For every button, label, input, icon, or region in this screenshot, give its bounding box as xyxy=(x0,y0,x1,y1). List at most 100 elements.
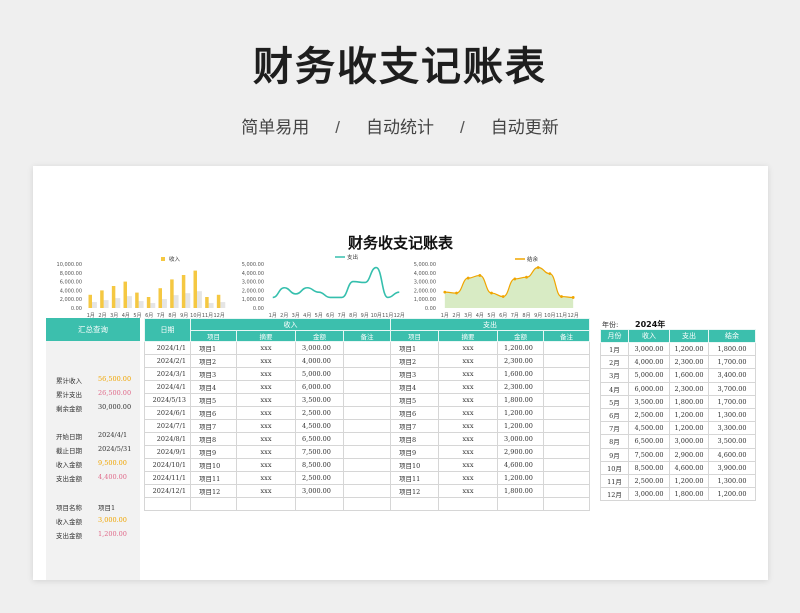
table-cell[interactable] xyxy=(343,393,391,407)
table-cell[interactable]: 1,800.00 xyxy=(497,484,544,498)
table-cell[interactable]: 2024/5/13 xyxy=(144,393,191,407)
summary-value[interactable]: 4,400.00 xyxy=(98,473,127,481)
table-cell[interactable] xyxy=(543,432,590,446)
table-cell[interactable]: 2,300.00 xyxy=(497,380,544,394)
summary-value[interactable]: 3,000.00 xyxy=(98,516,127,524)
table-cell[interactable]: xxx xyxy=(438,445,498,459)
table-cell[interactable] xyxy=(343,497,391,511)
table-cell[interactable] xyxy=(543,419,590,433)
table-cell[interactable]: 项目4 xyxy=(190,380,237,394)
table-cell[interactable] xyxy=(343,419,391,433)
table-cell[interactable]: 2024/6/1 xyxy=(144,406,191,420)
table-cell[interactable]: xxx xyxy=(438,367,498,381)
table-cell[interactable] xyxy=(543,341,590,355)
table-cell[interactable]: 3,500.00 xyxy=(295,393,344,407)
table-cell[interactable] xyxy=(543,458,590,472)
table-cell[interactable]: 1,200.00 xyxy=(497,471,544,485)
summary-value[interactable]: 26,500.00 xyxy=(98,389,131,397)
table-cell[interactable]: 项目5 xyxy=(390,393,439,407)
table-cell[interactable]: xxx xyxy=(438,406,498,420)
table-cell[interactable]: 项目10 xyxy=(390,458,439,472)
summary-value[interactable]: 项目1 xyxy=(98,502,115,512)
table-cell[interactable]: 2024/1/1 xyxy=(144,341,191,355)
table-cell[interactable]: 项目9 xyxy=(190,445,237,459)
table-cell[interactable]: 项目11 xyxy=(190,471,237,485)
table-cell[interactable]: 6,000.00 xyxy=(295,380,344,394)
summary-value[interactable]: 2024/5/31 xyxy=(98,445,131,453)
table-cell[interactable]: 2024/11/1 xyxy=(144,471,191,485)
table-cell[interactable] xyxy=(543,380,590,394)
table-cell[interactable]: xxx xyxy=(236,471,296,485)
table-cell[interactable]: xxx xyxy=(236,354,296,368)
table-cell[interactable]: 项目1 xyxy=(390,341,439,355)
table-cell[interactable]: 8,500.00 xyxy=(295,458,344,472)
summary-value[interactable]: 9,500.00 xyxy=(98,459,127,467)
table-cell[interactable] xyxy=(543,484,590,498)
table-cell[interactable]: 1,200.00 xyxy=(497,341,544,355)
table-cell[interactable] xyxy=(497,497,544,511)
table-cell[interactable]: xxx xyxy=(236,458,296,472)
table-cell[interactable]: 项目6 xyxy=(390,406,439,420)
table-cell[interactable]: 1,200.00 xyxy=(497,406,544,420)
table-cell[interactable] xyxy=(543,406,590,420)
table-cell[interactable]: 1,200.00 xyxy=(497,419,544,433)
table-cell[interactable]: 项目2 xyxy=(190,354,237,368)
table-cell[interactable]: 2,500.00 xyxy=(295,406,344,420)
table-cell[interactable] xyxy=(343,458,391,472)
table-cell[interactable]: xxx xyxy=(236,445,296,459)
table-cell[interactable]: 项目12 xyxy=(390,484,439,498)
table-cell[interactable]: 4,600.00 xyxy=(497,458,544,472)
table-cell[interactable]: 3,000.00 xyxy=(295,484,344,498)
summary-value[interactable]: 2024/4/1 xyxy=(98,431,127,439)
table-cell[interactable]: xxx xyxy=(236,419,296,433)
table-cell[interactable] xyxy=(343,341,391,355)
table-cell[interactable]: 2024/10/1 xyxy=(144,458,191,472)
table-cell[interactable]: 项目3 xyxy=(190,367,237,381)
table-cell[interactable] xyxy=(390,497,439,511)
table-cell[interactable] xyxy=(543,471,590,485)
table-cell[interactable] xyxy=(543,445,590,459)
table-cell[interactable] xyxy=(543,497,590,511)
table-cell[interactable] xyxy=(343,484,391,498)
table-cell[interactable]: xxx xyxy=(438,354,498,368)
table-cell[interactable]: 项目9 xyxy=(390,445,439,459)
summary-value[interactable]: 56,500.00 xyxy=(98,375,131,383)
table-cell[interactable]: 1,600.00 xyxy=(497,367,544,381)
table-cell[interactable] xyxy=(438,497,498,511)
table-cell[interactable]: 项目1 xyxy=(190,341,237,355)
table-cell[interactable]: 项目2 xyxy=(390,354,439,368)
table-cell[interactable]: 项目6 xyxy=(190,406,237,420)
table-cell[interactable]: 2024/8/1 xyxy=(144,432,191,446)
table-cell[interactable]: 项目7 xyxy=(390,419,439,433)
table-cell[interactable]: 2024/9/1 xyxy=(144,445,191,459)
table-cell[interactable]: xxx xyxy=(438,341,498,355)
table-cell[interactable]: xxx xyxy=(236,380,296,394)
table-cell[interactable]: 3,000.00 xyxy=(497,432,544,446)
table-cell[interactable] xyxy=(343,380,391,394)
table-cell[interactable]: xxx xyxy=(236,367,296,381)
table-cell[interactable]: 2,500.00 xyxy=(295,471,344,485)
table-cell[interactable]: 2,300.00 xyxy=(497,354,544,368)
table-cell[interactable]: xxx xyxy=(438,380,498,394)
table-cell[interactable]: xxx xyxy=(236,484,296,498)
table-cell[interactable] xyxy=(343,471,391,485)
table-cell[interactable]: 2024/4/1 xyxy=(144,380,191,394)
table-cell[interactable] xyxy=(295,497,344,511)
table-cell[interactable]: xxx xyxy=(236,393,296,407)
table-cell[interactable] xyxy=(236,497,296,511)
table-cell[interactable]: 项目7 xyxy=(190,419,237,433)
table-cell[interactable]: 6,500.00 xyxy=(295,432,344,446)
table-cell[interactable]: 项目11 xyxy=(390,471,439,485)
table-cell[interactable]: xxx xyxy=(438,419,498,433)
table-cell[interactable]: 4,500.00 xyxy=(295,419,344,433)
table-cell[interactable]: 2,900.00 xyxy=(497,445,544,459)
table-cell[interactable]: 4,000.00 xyxy=(295,354,344,368)
summary-value[interactable]: 1,200.00 xyxy=(98,530,127,538)
table-cell[interactable]: 项目8 xyxy=(190,432,237,446)
table-cell[interactable]: xxx xyxy=(438,393,498,407)
table-cell[interactable]: 2024/12/1 xyxy=(144,484,191,498)
table-cell[interactable] xyxy=(543,367,590,381)
table-cell[interactable]: 2024/2/1 xyxy=(144,354,191,368)
table-cell[interactable]: 项目10 xyxy=(190,458,237,472)
table-cell[interactable] xyxy=(343,432,391,446)
